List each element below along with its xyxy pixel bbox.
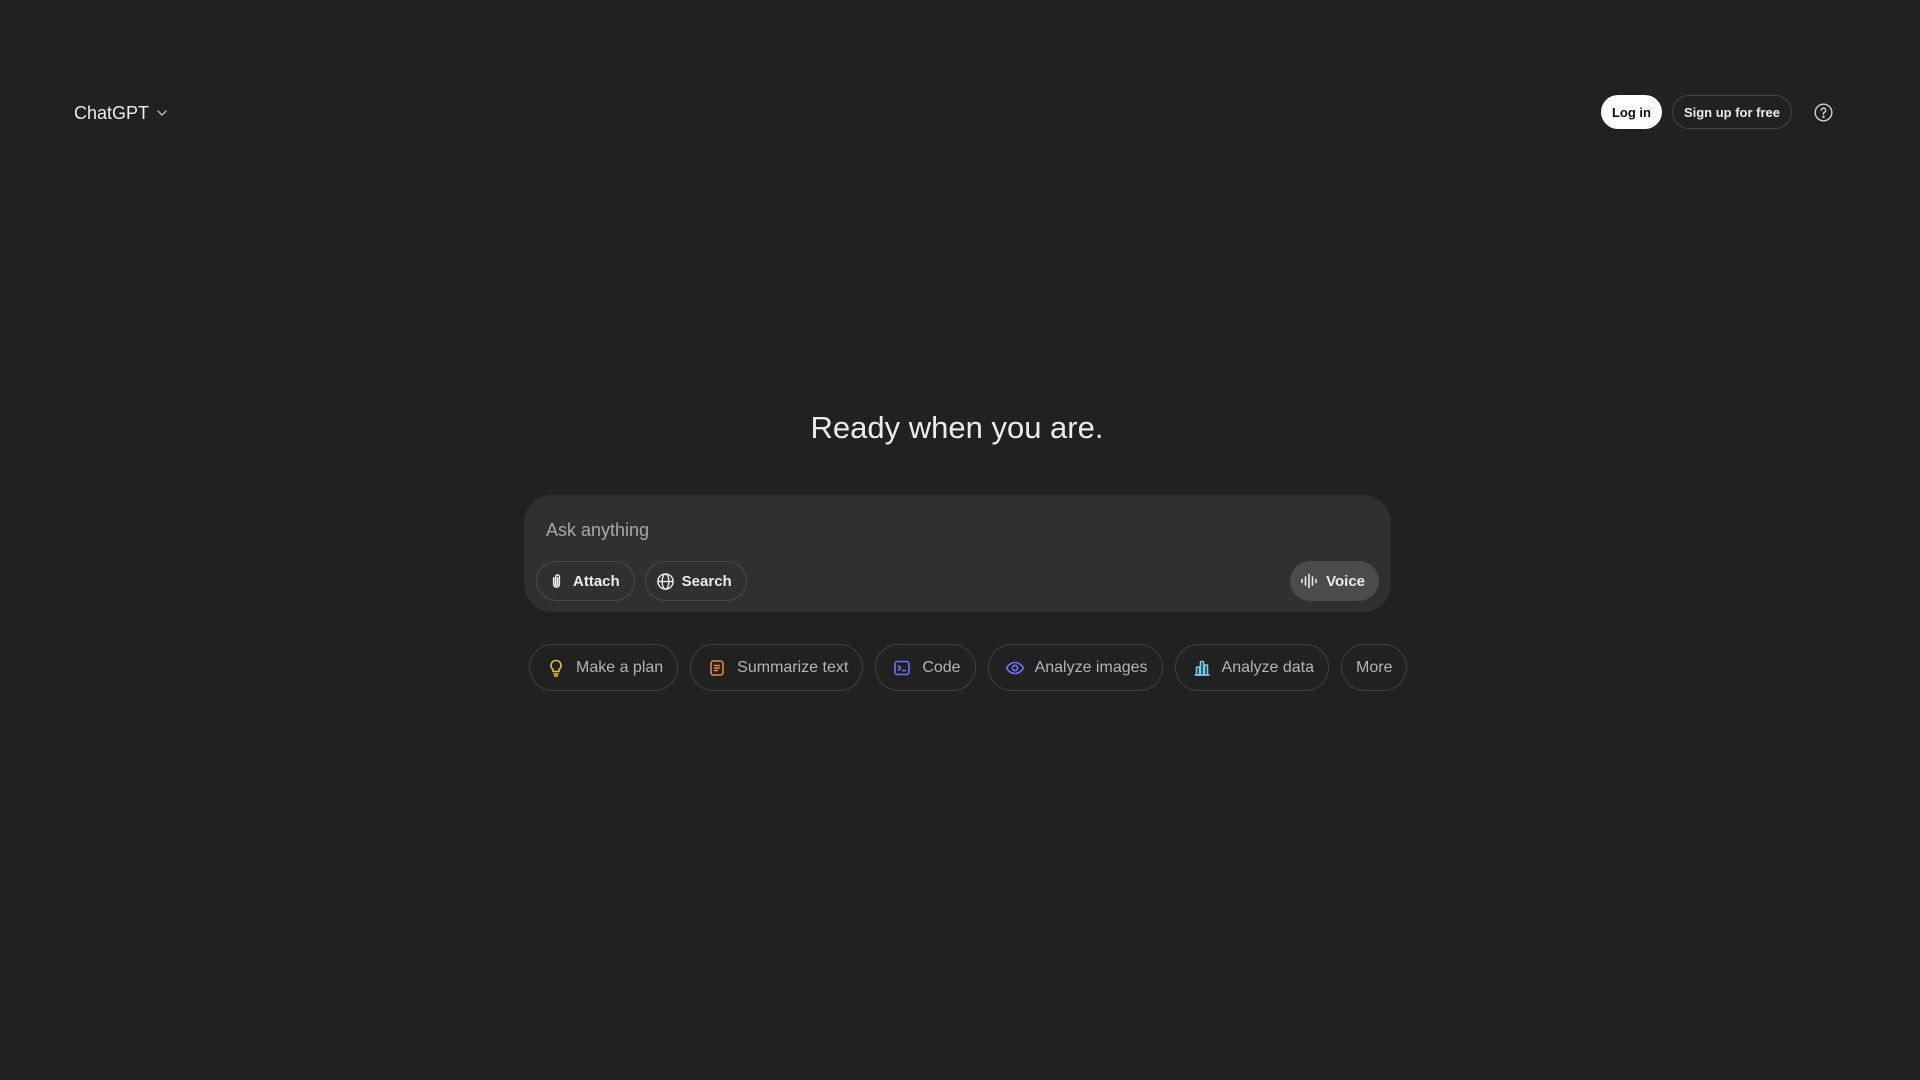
help-icon: [1813, 102, 1833, 122]
paperclip-icon: [552, 573, 561, 588]
chip-label: Make a plan: [576, 658, 664, 676]
document-icon: [710, 659, 724, 676]
suggestion-make-a-plan[interactable]: Make a plan: [529, 644, 679, 691]
chevron-down-icon: [157, 110, 167, 116]
suggestion-analyze-images[interactable]: Analyze images: [987, 644, 1163, 691]
suggestion-code[interactable]: Code: [875, 644, 976, 691]
help-button[interactable]: [1806, 95, 1840, 129]
voice-button[interactable]: Voice: [1290, 561, 1379, 601]
login-button[interactable]: Log in: [1600, 95, 1662, 129]
model-label: ChatGPT: [74, 102, 150, 123]
chip-label: More: [1356, 658, 1393, 676]
globe-icon: [656, 572, 674, 590]
chip-label: Analyze data: [1221, 658, 1315, 676]
suggestion-more[interactable]: More: [1341, 644, 1408, 691]
suggestion-chips: Make a plan Summarize text Code Analyze …: [529, 644, 1408, 691]
voice-waveform-icon: [1301, 573, 1317, 589]
prompt-input[interactable]: [546, 515, 1366, 545]
auth-actions: Log in Sign up for free: [1600, 95, 1840, 129]
suggestion-analyze-data[interactable]: Analyze data: [1174, 644, 1330, 691]
suggestion-summarize-text[interactable]: Summarize text: [690, 644, 864, 691]
top-bar: ChatGPT Log in Sign up for free: [0, 0, 1920, 226]
chip-label: Analyze images: [1034, 658, 1148, 676]
lightbulb-icon: [550, 659, 562, 677]
composer: Attach Search Voice: [524, 495, 1391, 612]
chip-label: Summarize text: [737, 658, 849, 676]
terminal-icon: [894, 660, 911, 675]
bar-chart-icon: [1193, 660, 1210, 676]
page-headline: Ready when you are.: [810, 410, 1104, 445]
model-switcher[interactable]: ChatGPT: [74, 98, 169, 128]
search-label: Search: [681, 572, 732, 590]
signup-button[interactable]: Sign up for free: [1671, 95, 1792, 129]
attach-button[interactable]: Attach: [536, 561, 635, 601]
search-button[interactable]: Search: [644, 561, 747, 601]
eye-icon: [1005, 661, 1024, 674]
chip-label: Code: [922, 658, 961, 676]
voice-label: Voice: [1326, 572, 1365, 590]
attach-label: Attach: [573, 572, 620, 590]
composer-tools: Attach Search: [536, 561, 747, 601]
